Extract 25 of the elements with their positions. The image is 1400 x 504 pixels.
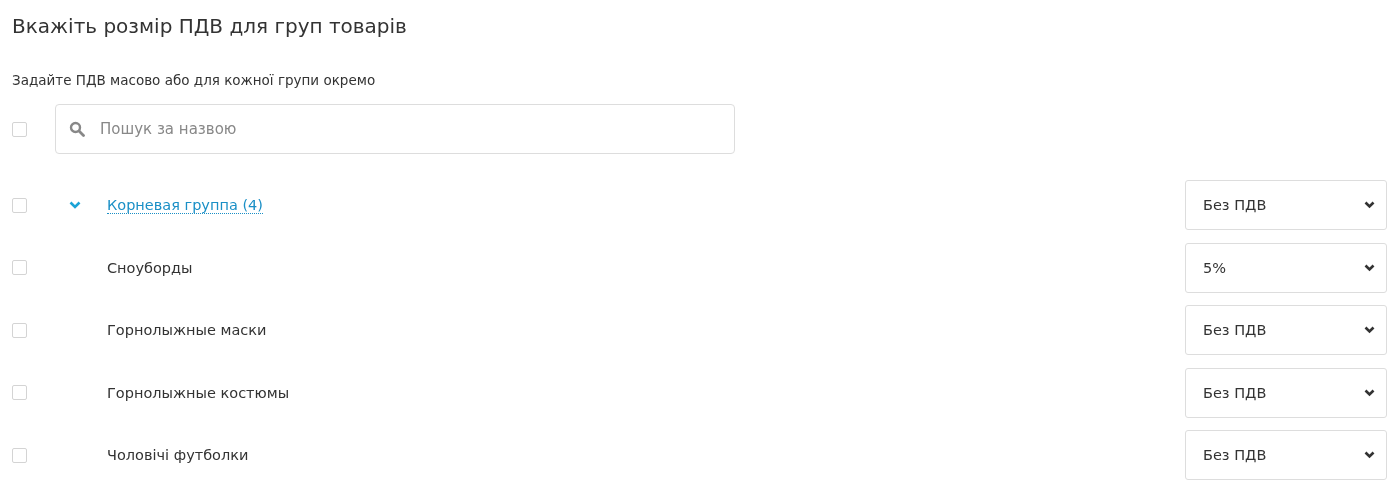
group-name: Горнолыжные костюмы <box>107 384 290 401</box>
group-name: Чоловічі футболки <box>107 447 249 463</box>
chevron-icon[interactable] <box>69 201 81 209</box>
search-field[interactable]: Пошук за назвою <box>55 104 735 154</box>
chevron-icon <box>1364 263 1375 272</box>
chevron-icon <box>1364 201 1375 209</box>
vat-select[interactable]: 5% <box>1185 242 1387 293</box>
group-name: Сноуборды <box>107 259 193 276</box>
row-checkbox[interactable] <box>12 260 27 275</box>
select-all-checkbox[interactable] <box>12 121 27 137</box>
page-subtitle: Задайте ПДВ масово або для кожної групи окремо <box>12 72 377 90</box>
row-checkbox[interactable] <box>12 447 27 463</box>
page-title: Вкажіть розмір ПДВ для груп товарів <box>12 13 408 40</box>
vat-select[interactable]: Без ПДВ <box>1185 367 1387 418</box>
chevron-icon <box>1364 326 1375 334</box>
vat-select[interactable]: Без ПДВ <box>1185 430 1387 480</box>
row-checkbox[interactable] <box>12 385 27 400</box>
row-checkbox[interactable] <box>12 197 27 213</box>
group-link[interactable]: Корневая группа (4) <box>107 196 263 214</box>
vat-select[interactable]: Без ПДВ <box>1185 305 1387 355</box>
vat-select[interactable]: Без ПДВ <box>1185 180 1387 230</box>
chevron-icon <box>1364 388 1375 397</box>
row-checkbox[interactable] <box>12 322 27 338</box>
group-name: Горнолыжные маски <box>107 322 267 338</box>
chevron-icon <box>1364 451 1375 459</box>
